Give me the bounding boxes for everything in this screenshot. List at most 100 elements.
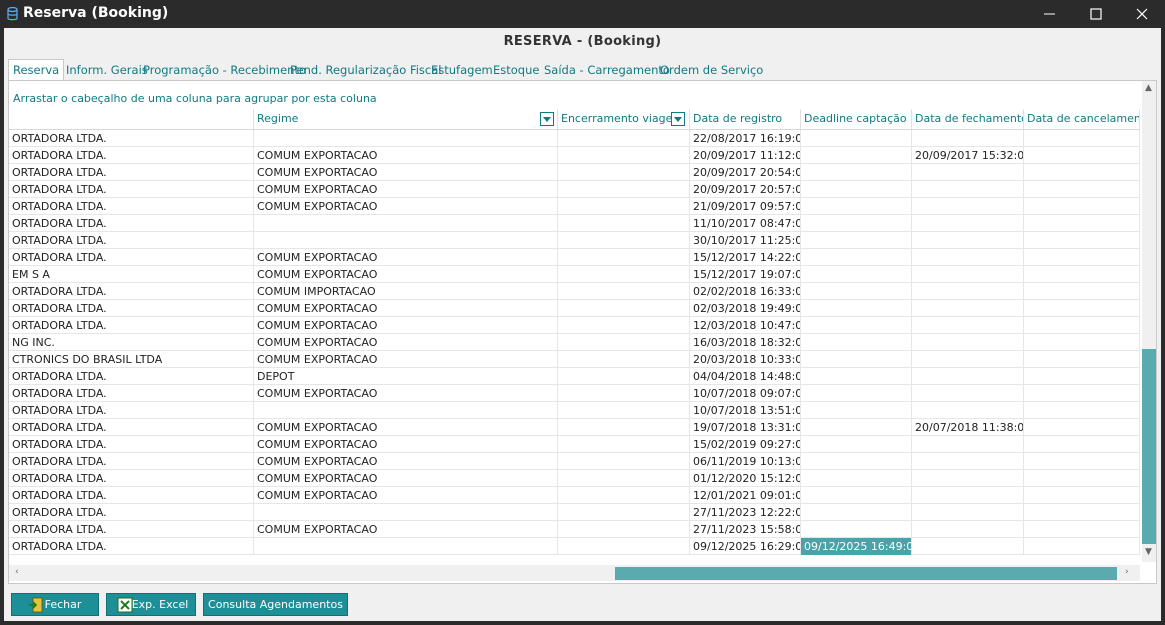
- cell-data-fechamento[interactable]: [912, 453, 1024, 470]
- cell-data-cancelamento[interactable]: [1024, 164, 1140, 181]
- cell-data-fechamento[interactable]: [912, 130, 1024, 147]
- cell-client[interactable]: ORTADORA LTDA.: [9, 470, 254, 487]
- cell-client[interactable]: ORTADORA LTDA.: [9, 215, 254, 232]
- scroll-up-icon[interactable]: ▲: [1145, 83, 1152, 93]
- column-header-data-cancelamento[interactable]: Data de cancelamento: [1024, 109, 1140, 129]
- table-row[interactable]: ORTADORA LTDA. 27/11/2023 12:22:00: [9, 504, 1140, 521]
- cell-encerramento[interactable]: [558, 283, 690, 300]
- cell-regime[interactable]: COMUM EXPORTACAO: [254, 181, 558, 198]
- cell-data-cancelamento[interactable]: [1024, 385, 1140, 402]
- table-row[interactable]: ORTADORA LTDA. 10/07/2018 13:51:00: [9, 402, 1140, 419]
- cell-data-cancelamento[interactable]: [1024, 419, 1140, 436]
- scroll-right-icon[interactable]: ›: [1125, 567, 1129, 577]
- close-window-button[interactable]: [1119, 0, 1165, 28]
- table-row[interactable]: ORTADORA LTDA. COMUM EXPORTACAO 12/03/2018…: [9, 317, 1140, 334]
- cell-data-fechamento[interactable]: [912, 436, 1024, 453]
- cell-data-registro[interactable]: 21/09/2017 09:57:00: [690, 198, 801, 215]
- cell-deadline[interactable]: 09/12/2025 16:49:00: [801, 538, 912, 555]
- cell-data-cancelamento[interactable]: [1024, 181, 1140, 198]
- cell-data-registro[interactable]: 02/03/2018 19:49:00: [690, 300, 801, 317]
- cell-regime[interactable]: COMUM EXPORTACAO: [254, 470, 558, 487]
- cell-regime[interactable]: COMUM EXPORTACAO: [254, 351, 558, 368]
- cell-data-registro[interactable]: 06/11/2019 10:13:00: [690, 453, 801, 470]
- cell-data-fechamento[interactable]: 20/07/2018 11:38:04: [912, 419, 1024, 436]
- cell-data-cancelamento[interactable]: [1024, 147, 1140, 164]
- cell-client[interactable]: ORTADORA LTDA.: [9, 181, 254, 198]
- tab-reserva[interactable]: Reserva: [8, 59, 65, 80]
- table-row[interactable]: ORTADORA LTDA. COMUM EXPORTACAO 21/09/2017…: [9, 198, 1140, 215]
- cell-deadline[interactable]: [801, 232, 912, 249]
- cell-encerramento[interactable]: [558, 419, 690, 436]
- regime-filter-button[interactable]: [540, 112, 554, 126]
- table-row[interactable]: ORTADORA LTDA. COMUM EXPORTACAO 01/12/2020…: [9, 470, 1140, 487]
- cell-deadline[interactable]: [801, 130, 912, 147]
- cell-deadline[interactable]: [801, 249, 912, 266]
- cell-data-registro[interactable]: 10/07/2018 13:51:00: [690, 402, 801, 419]
- fechar-button[interactable]: Fechar: [11, 593, 99, 616]
- cell-client[interactable]: ORTADORA LTDA.: [9, 402, 254, 419]
- cell-encerramento[interactable]: [558, 215, 690, 232]
- cell-data-cancelamento[interactable]: [1024, 317, 1140, 334]
- cell-data-cancelamento[interactable]: [1024, 198, 1140, 215]
- table-row[interactable]: ORTADORA LTDA. COMUM EXPORTACAO 27/11/2023…: [9, 521, 1140, 538]
- booking-grid[interactable]: Regime Encerramento viagem Data de regis…: [9, 109, 1140, 564]
- cell-deadline[interactable]: [801, 164, 912, 181]
- cell-data-cancelamento[interactable]: [1024, 436, 1140, 453]
- table-row[interactable]: ORTADORA LTDA. COMUM EXPORTACAO 20/09/2017…: [9, 164, 1140, 181]
- cell-regime[interactable]: COMUM EXPORTACAO: [254, 419, 558, 436]
- cell-regime[interactable]: [254, 504, 558, 521]
- cell-data-registro[interactable]: 15/02/2019 09:27:00: [690, 436, 801, 453]
- cell-data-fechamento[interactable]: [912, 317, 1024, 334]
- cell-encerramento[interactable]: [558, 538, 690, 555]
- cell-deadline[interactable]: [801, 215, 912, 232]
- cell-encerramento[interactable]: [558, 436, 690, 453]
- table-row[interactable]: ORTADORA LTDA. COMUM EXPORTACAO 10/07/2018…: [9, 385, 1140, 402]
- cell-regime[interactable]: COMUM IMPORTACAO: [254, 283, 558, 300]
- cell-data-registro[interactable]: 27/11/2023 12:22:00: [690, 504, 801, 521]
- cell-data-registro[interactable]: 27/11/2023 15:58:00: [690, 521, 801, 538]
- cell-data-cancelamento[interactable]: [1024, 215, 1140, 232]
- table-row[interactable]: ORTADORA LTDA. COMUM IMPORTACAO 02/02/2018…: [9, 283, 1140, 300]
- cell-data-fechamento[interactable]: [912, 487, 1024, 504]
- table-row[interactable]: ORTADORA LTDA. 09/12/2025 16:29:00 09/12/2…: [9, 538, 1140, 555]
- cell-client[interactable]: EM S A: [9, 266, 254, 283]
- export-excel-button[interactable]: Exp. Excel: [106, 593, 196, 616]
- cell-data-registro[interactable]: 20/09/2017 11:12:00: [690, 147, 801, 164]
- cell-deadline[interactable]: [801, 504, 912, 521]
- cell-encerramento[interactable]: [558, 334, 690, 351]
- cell-regime[interactable]: COMUM EXPORTACAO: [254, 198, 558, 215]
- maximize-button[interactable]: [1073, 0, 1119, 28]
- cell-regime[interactable]: COMUM EXPORTACAO: [254, 453, 558, 470]
- cell-data-registro[interactable]: 20/09/2017 20:54:00: [690, 164, 801, 181]
- cell-client[interactable]: CTRONICS DO BRASIL LTDA: [9, 351, 254, 368]
- cell-encerramento[interactable]: [558, 351, 690, 368]
- cell-encerramento[interactable]: [558, 266, 690, 283]
- cell-deadline[interactable]: [801, 436, 912, 453]
- cell-data-fechamento[interactable]: [912, 351, 1024, 368]
- cell-encerramento[interactable]: [558, 249, 690, 266]
- cell-data-registro[interactable]: 10/07/2018 09:07:00: [690, 385, 801, 402]
- cell-encerramento[interactable]: [558, 521, 690, 538]
- cell-encerramento[interactable]: [558, 470, 690, 487]
- cell-deadline[interactable]: [801, 453, 912, 470]
- cell-deadline[interactable]: [801, 368, 912, 385]
- horizontal-scrollbar[interactable]: ‹ ›: [9, 565, 1140, 581]
- cell-data-cancelamento[interactable]: [1024, 130, 1140, 147]
- table-row[interactable]: ORTADORA LTDA. COMUM EXPORTACAO 20/09/2017…: [9, 181, 1140, 198]
- cell-client[interactable]: ORTADORA LTDA.: [9, 164, 254, 181]
- cell-encerramento[interactable]: [558, 368, 690, 385]
- table-row[interactable]: ORTADORA LTDA. DEPOT 04/04/2018 14:48:00: [9, 368, 1140, 385]
- cell-client[interactable]: ORTADORA LTDA.: [9, 300, 254, 317]
- cell-data-registro[interactable]: 12/01/2021 09:01:00: [690, 487, 801, 504]
- cell-regime[interactable]: [254, 538, 558, 555]
- table-row[interactable]: ORTADORA LTDA. COMUM EXPORTACAO 15/02/2019…: [9, 436, 1140, 453]
- cell-data-registro[interactable]: 01/12/2020 15:12:00: [690, 470, 801, 487]
- table-row[interactable]: NG INC. COMUM EXPORTACAO 16/03/2018 18:32:…: [9, 334, 1140, 351]
- tab-ordem-de-servico[interactable]: Ordem de Serviço: [656, 60, 767, 80]
- cell-data-registro[interactable]: 15/12/2017 19:07:00: [690, 266, 801, 283]
- cell-data-fechamento[interactable]: 20/09/2017 15:32:00: [912, 147, 1024, 164]
- cell-encerramento[interactable]: [558, 487, 690, 504]
- cell-data-registro[interactable]: 12/03/2018 10:47:00: [690, 317, 801, 334]
- scroll-left-icon[interactable]: ‹: [15, 567, 19, 577]
- cell-data-fechamento[interactable]: [912, 164, 1024, 181]
